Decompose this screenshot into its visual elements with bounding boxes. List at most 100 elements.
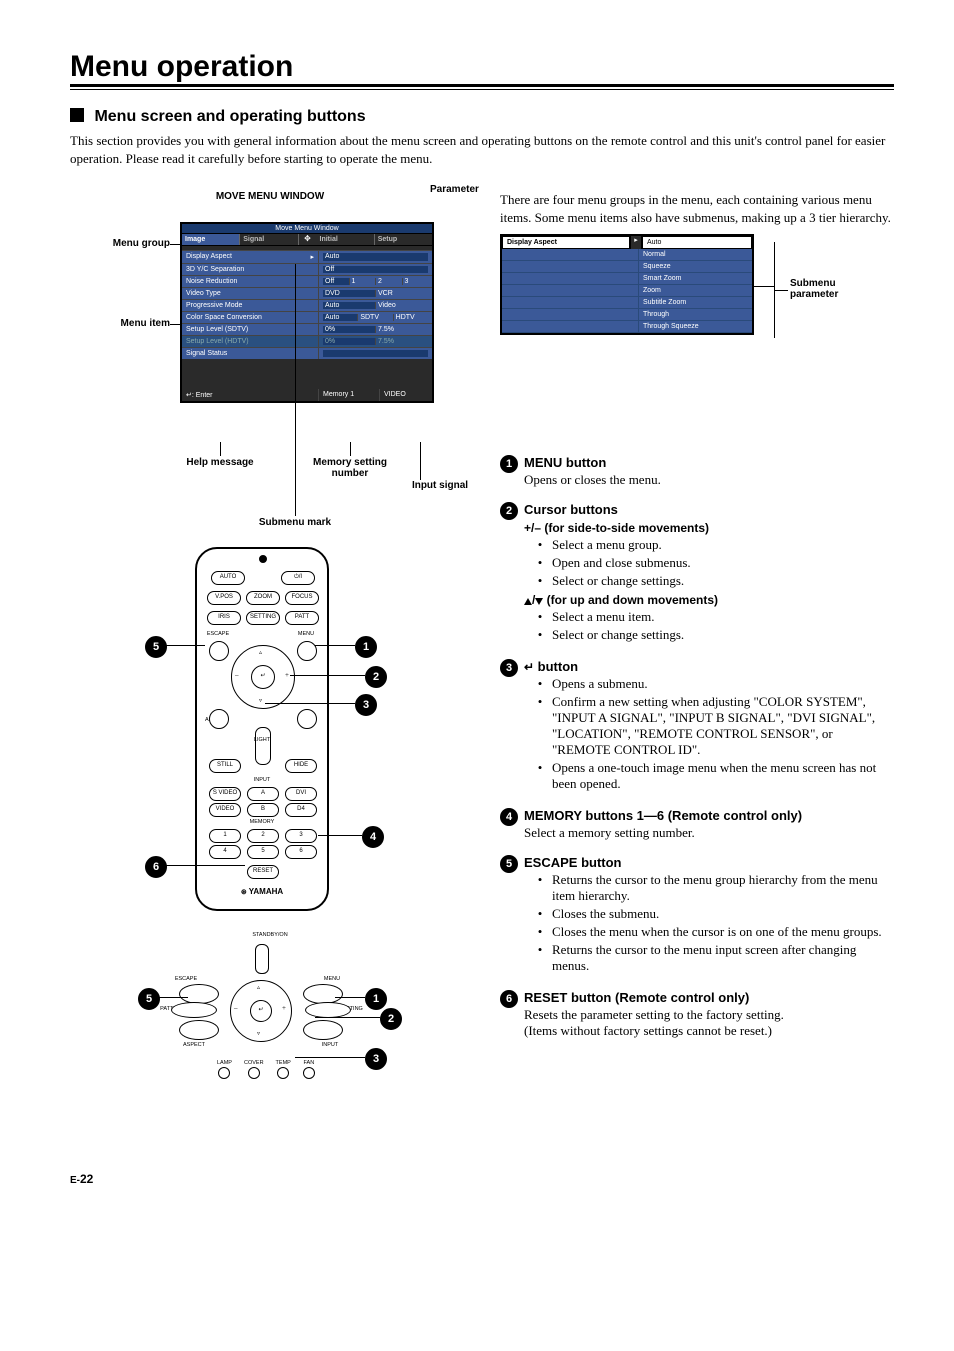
menu-row: Video TypeDVDVCR bbox=[182, 287, 432, 299]
menu-footer: ↵: Enter Memory 1 VIDEO bbox=[182, 389, 432, 401]
desc-row: 4 MEMORY buttons 1—6 (Remote control only… bbox=[500, 808, 894, 841]
desc-title: RESET button (Remote control only) bbox=[524, 990, 894, 1005]
menu-row: 3D Y/C SeparationOff bbox=[182, 263, 432, 275]
panel-setting-btn bbox=[305, 1002, 351, 1018]
remote-aspect-btn bbox=[209, 709, 229, 729]
remote-escape-btn bbox=[209, 641, 229, 661]
right-intro: There are four menu groups in the menu, … bbox=[500, 191, 894, 226]
callout-1: 1 bbox=[355, 636, 377, 658]
remote-in-a: A bbox=[247, 787, 279, 801]
callout-num: 6 bbox=[500, 990, 518, 1008]
panel-aspect-btn bbox=[179, 1020, 219, 1040]
desc-body: Resets the parameter setting to the fact… bbox=[524, 1007, 894, 1039]
remote-illustration: AUTO ⏻/I V.POS ZOOM FOCUS IRIS SETTING P… bbox=[70, 542, 450, 922]
panel-cover-led bbox=[248, 1067, 260, 1079]
menu-row: Setup Level (HDTV)0%7.5% bbox=[182, 335, 432, 347]
submenu-head-key: Display Aspect bbox=[502, 236, 630, 249]
remote-escape-label: ESCAPE bbox=[203, 631, 233, 637]
submenu-head-val: Auto bbox=[642, 236, 752, 249]
remote-patt: PATT bbox=[285, 611, 319, 625]
panel-escape-label: ESCAPE bbox=[171, 976, 201, 982]
callout-6: 6 bbox=[145, 856, 167, 878]
tab-initial: Initial bbox=[317, 234, 375, 245]
remote-m6: 6 bbox=[285, 845, 317, 859]
panel-enter-btn: ↵ bbox=[250, 1000, 272, 1022]
remote-dvi: DVI bbox=[285, 787, 317, 801]
panel-callout-1: 1 bbox=[365, 988, 387, 1010]
label-parameter: Parameter bbox=[430, 184, 500, 195]
remote-m5: 5 bbox=[247, 845, 279, 859]
panel-aspect-label: ASPECT bbox=[179, 1042, 209, 1048]
remote-in-b: B bbox=[247, 803, 279, 817]
desc-title: MEMORY buttons 1—6 (Remote control only) bbox=[524, 808, 894, 823]
label-submenu-parameter: Submenu parameter bbox=[790, 278, 870, 300]
remote-setting: SETTING bbox=[246, 611, 280, 625]
submenu-item: Zoom bbox=[502, 285, 752, 297]
panel-pattern-btn bbox=[171, 1002, 217, 1018]
remote-focus: FOCUS bbox=[285, 591, 319, 605]
panel-callout-3: 3 bbox=[365, 1048, 387, 1070]
tab-image: Image bbox=[182, 234, 240, 245]
intro-paragraph: This section provides you with general i… bbox=[70, 132, 894, 167]
desc-title: ESCAPE button bbox=[524, 855, 894, 870]
subheading-row: Menu screen and operating buttons bbox=[70, 108, 894, 126]
panel-temp-led bbox=[277, 1067, 289, 1079]
desc-subtitle: +/– (for side-to-side movements) bbox=[524, 521, 894, 535]
page-number: E-22 bbox=[70, 1172, 894, 1186]
callout-num: 2 bbox=[500, 502, 518, 520]
submenu-item: Smart Zoom bbox=[502, 273, 752, 285]
callout-4: 4 bbox=[362, 826, 384, 848]
panel-callout-5: 5 bbox=[138, 988, 160, 1010]
label-menu-item: Menu item bbox=[70, 318, 170, 329]
remote-vpos: V.POS bbox=[207, 591, 241, 605]
remote-menu-btn bbox=[297, 641, 317, 661]
label-menu-group: Menu group bbox=[70, 238, 170, 249]
remote-input-btn bbox=[297, 709, 317, 729]
remote-body: AUTO ⏻/I V.POS ZOOM FOCUS IRIS SETTING P… bbox=[195, 547, 329, 911]
panel-menu-label: MENU bbox=[317, 976, 347, 982]
label-submenu-mark: Submenu mark bbox=[235, 517, 355, 528]
subheading: Menu screen and operating buttons bbox=[94, 108, 365, 125]
menu-input: VIDEO bbox=[380, 389, 432, 401]
callout-2: 2 bbox=[365, 666, 387, 688]
panel-escape-btn bbox=[179, 984, 219, 1004]
submenu-item: Subtitle Zoom bbox=[502, 297, 752, 309]
desc-subtitle: / (for up and down movements) bbox=[524, 593, 894, 607]
panel-menu-btn bbox=[303, 984, 343, 1004]
menu-row: Progressive ModeAutoVideo bbox=[182, 299, 432, 311]
tab-setup: Setup bbox=[375, 234, 432, 245]
desc-body: Opens or closes the menu. bbox=[524, 472, 894, 488]
desc-title: ↵ button bbox=[524, 659, 894, 674]
ir-dot-icon bbox=[259, 555, 267, 563]
desc-row: 5ESCAPE buttonReturns the cursor to the … bbox=[500, 855, 894, 976]
desc-row: 1MENU buttonOpens or closes the menu. bbox=[500, 455, 894, 488]
remote-reset: RESET bbox=[247, 865, 279, 879]
page-title: Menu operation bbox=[70, 50, 894, 87]
submenu-item: Squeeze bbox=[502, 261, 752, 273]
desc-row: 6 RESET button (Remote control only) Reset… bbox=[500, 990, 894, 1039]
desc-row: 2Cursor buttons+/– (for side-to-side mov… bbox=[500, 502, 894, 645]
menu-row: Color Space ConversionAutoSDTVHDTV bbox=[182, 311, 432, 323]
remote-light-btn bbox=[255, 727, 271, 765]
submenu-box: Display Aspect ▸ Auto NormalSqueezeSmart… bbox=[500, 234, 754, 335]
callout-5: 5 bbox=[145, 636, 167, 658]
remote-input-section-label: INPUT bbox=[247, 777, 277, 783]
panel-input-btn bbox=[303, 1020, 343, 1040]
remote-auto: AUTO bbox=[211, 571, 245, 585]
menu-titlebar: Move Menu Window bbox=[182, 224, 432, 234]
remote-iris: IRIS bbox=[207, 611, 241, 625]
callout-num: 1 bbox=[500, 455, 518, 473]
move-menu-heading: MOVE MENU WINDOW bbox=[70, 191, 470, 202]
desc-body: Select a memory setting number. bbox=[524, 825, 894, 841]
menu-memory: Memory 1 bbox=[319, 389, 380, 401]
remote-hide: HIDE bbox=[285, 759, 317, 773]
callout-num: 4 bbox=[500, 808, 518, 826]
description-list: 1MENU buttonOpens or closes the menu. 2Cu… bbox=[500, 455, 894, 1039]
remote-memory-label: MEMORY bbox=[247, 819, 277, 825]
remote-menu-label: MENU bbox=[291, 631, 321, 637]
remote-m4: 4 bbox=[209, 845, 241, 859]
square-bullet-icon bbox=[70, 108, 84, 122]
rule bbox=[70, 89, 894, 90]
panel-callout-2: 2 bbox=[380, 1008, 402, 1030]
menu-row: Display Aspect ▸Auto bbox=[182, 250, 432, 263]
